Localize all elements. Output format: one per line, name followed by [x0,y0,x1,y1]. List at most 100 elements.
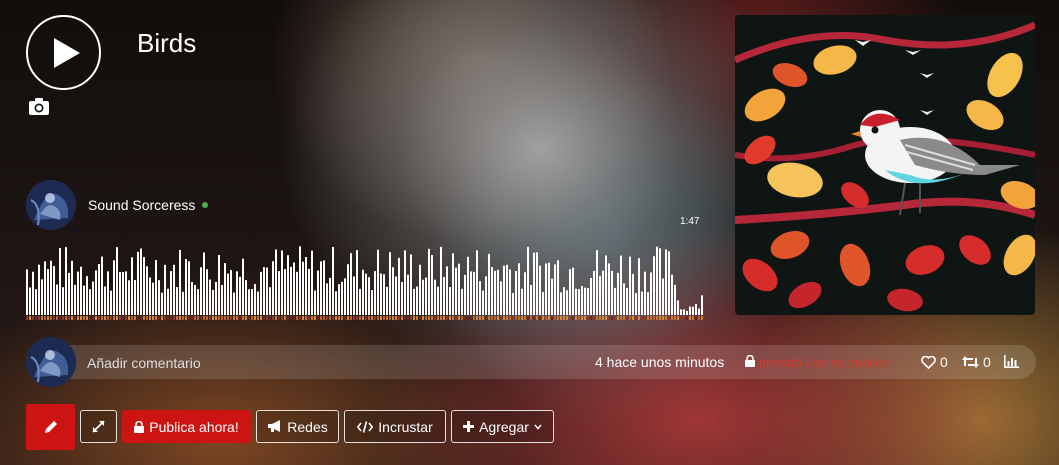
waveform-reflection [623,316,625,320]
waveform-reflection [104,316,106,320]
waveform-reflection [173,316,175,320]
waveform-reflection [551,316,553,320]
waveform-reflection [263,316,265,320]
waveform-bar [464,274,466,315]
artist-avatar[interactable] [26,180,76,230]
waveform-reflection [68,316,70,320]
waveform-reflection [407,316,409,320]
waveform-bar [308,268,310,315]
waveform-reflection [44,316,46,320]
waveform-bar [224,263,226,315]
waveform-reflection [458,316,460,320]
waveform-reflection [500,316,502,320]
waveform-reflection [698,316,700,320]
bullhorn-icon [268,420,281,432]
waveform-reflection [614,316,616,320]
waveform-reflection [242,316,244,320]
waveform-reflection [221,316,223,320]
waveform-reflection [185,316,187,320]
waveform-bar [167,288,169,315]
comment-input[interactable]: Añadir comentario [87,355,201,371]
waveform-bar [323,260,325,315]
edit-button[interactable] [26,404,75,450]
waveform-reflection [326,316,328,320]
waveform-bar [35,289,37,315]
waveform-reflection [635,316,637,320]
waveform-reflection [677,316,679,320]
waveform-bar [161,292,163,315]
waveform-reflection [680,316,682,320]
waveform-reflection [449,316,451,320]
waveform-bar [515,270,517,315]
waveform-reflection [404,316,406,320]
repost-button[interactable]: 0 [962,354,991,370]
waveform-bar [428,248,430,315]
waveform-reflection [194,316,196,320]
play-button[interactable] [26,15,101,90]
waveform-reflection [272,316,274,320]
waveform-bar [482,290,484,315]
waveform-bar [242,258,244,315]
waveform-reflection [617,316,619,320]
waveform-bar [206,269,208,315]
publish-now-button[interactable]: Publica ahora! [122,410,251,443]
waveform-reflection [593,316,595,320]
add-dropdown-button[interactable]: Agregar [451,410,554,443]
like-button[interactable]: 0 [921,354,948,370]
waveform-reflection [557,316,559,320]
waveform-reflection [347,316,349,320]
waveform-bar [380,273,382,315]
waveform-bar [659,248,661,315]
waveform-bar [59,247,61,315]
waveform-bar [344,278,346,315]
waveform-bar [689,306,691,315]
waveform-bar [473,271,475,315]
waveform-reflection [545,316,547,320]
waveform-reflection [554,316,556,320]
waveform-reflection [290,316,292,320]
waveform[interactable] [26,235,706,321]
expand-icon [92,420,105,433]
waveform-reflection [530,316,532,320]
waveform-bar [218,255,220,315]
expand-button[interactable] [80,410,117,443]
waveform-reflection [419,316,421,320]
waveform-reflection [497,316,499,320]
waveform-reflection [479,316,481,320]
waveform-reflection [86,316,88,320]
waveform-bar [578,289,580,315]
networks-button[interactable]: Redes [256,410,339,443]
waveform-bar [260,271,262,315]
waveform-reflection [314,316,316,320]
waveform-bar [617,272,619,315]
waveform-reflection [182,316,184,320]
waveform-bar [410,254,412,315]
artist-name-link[interactable]: Sound Sorceress [88,197,195,213]
add-label: Agregar [479,418,529,435]
waveform-bar [443,276,445,315]
waveform-reflection [392,316,394,320]
waveform-bar [203,252,205,315]
waveform-bar [512,292,514,315]
waveform-reflection [383,316,385,320]
waveform-reflection [596,316,598,320]
waveform-reflection [110,316,112,320]
waveform-reflection [416,316,418,320]
waveform-reflection [101,316,103,320]
waveform-reflection [26,316,28,320]
waveform-bar [557,260,559,315]
embed-button[interactable]: Incrustar [344,410,446,443]
waveform-bar [122,271,124,315]
bar-chart-icon[interactable] [1004,355,1019,368]
waveform-bar [695,303,697,315]
waveform-reflection [494,316,496,320]
waveform-bar [554,264,556,315]
waveform-bar [518,263,520,315]
waveform-reflection [254,316,256,320]
camera-icon[interactable] [28,96,50,116]
waveform-bar [332,246,334,315]
waveform-bar [608,263,610,315]
waveform-reflection [581,316,583,320]
waveform-reflection [560,316,562,320]
waveform-reflection [230,316,232,320]
